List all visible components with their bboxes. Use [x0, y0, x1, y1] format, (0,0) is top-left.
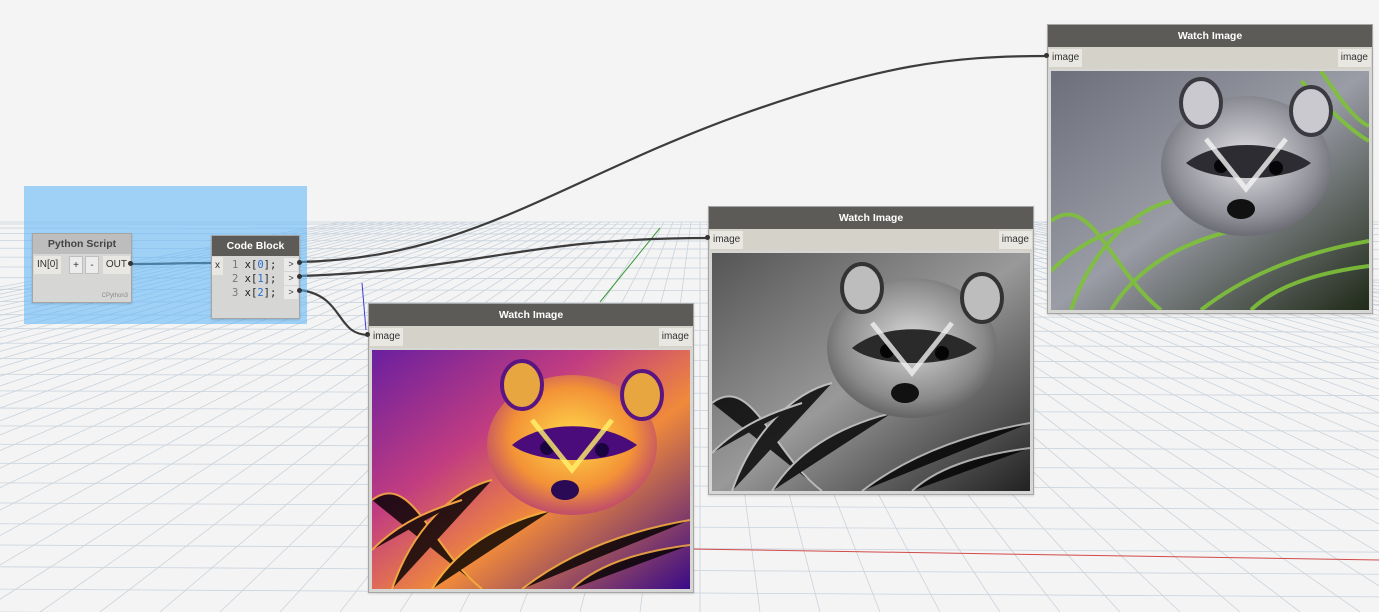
- node-title: Watch Image: [1048, 25, 1372, 47]
- input-connector-dot[interactable]: [365, 332, 370, 337]
- output-port-image[interactable]: image: [658, 328, 692, 346]
- raccoon-image-grayscale: [712, 253, 1030, 491]
- input-port-x[interactable]: x: [212, 257, 223, 275]
- input-connector-dot[interactable]: [705, 235, 710, 240]
- node-title: Code Block: [212, 236, 299, 256]
- code-line[interactable]: 3 x[2];: [232, 286, 276, 300]
- node-title: Watch Image: [369, 304, 693, 326]
- output-port-line-2[interactable]: >: [284, 272, 298, 285]
- output-port-image[interactable]: image: [998, 231, 1032, 249]
- raccoon-color-picture: [1051, 71, 1369, 310]
- raccoon-image-color: [1051, 71, 1369, 310]
- output-port-line-1[interactable]: >: [284, 258, 298, 271]
- add-input-button[interactable]: +: [69, 256, 83, 274]
- code-line[interactable]: 1 x[0];: [232, 258, 276, 272]
- raccoon-plasma-picture: [372, 350, 690, 589]
- node-title: Python Script: [33, 234, 131, 254]
- input-port-image[interactable]: image: [370, 328, 404, 346]
- output-connector-dot[interactable]: [128, 261, 133, 266]
- input-port-image[interactable]: image: [1049, 49, 1083, 67]
- watch-image-node-color[interactable]: Watch Image image image: [1047, 24, 1373, 314]
- code-block-node[interactable]: Code Block x 1 x[0]; 2 x[1]; 3 x[2]; > >…: [211, 235, 300, 319]
- input-port-image[interactable]: image: [710, 231, 744, 249]
- watch-image-node-grayscale[interactable]: Watch Image image image: [708, 206, 1034, 495]
- raccoon-grayscale-picture: [712, 253, 1030, 491]
- input-connector-dot[interactable]: [1044, 53, 1049, 58]
- python-script-node[interactable]: Python Script IN[0] + - OUT CPython3: [32, 233, 132, 303]
- output-connector-dot[interactable]: [297, 274, 302, 279]
- output-port-line-3[interactable]: >: [284, 286, 298, 299]
- output-connector-dot[interactable]: [297, 288, 302, 293]
- watch-image-node-plasma[interactable]: Watch Image image image: [368, 303, 694, 593]
- node-title: Watch Image: [709, 207, 1033, 229]
- engine-label: CPython3: [101, 293, 128, 299]
- output-port-out[interactable]: OUT: [102, 256, 130, 274]
- output-connector-dot[interactable]: [297, 260, 302, 265]
- remove-input-button[interactable]: -: [85, 256, 99, 274]
- input-port-in0[interactable]: IN[0]: [34, 256, 62, 274]
- raccoon-image-plasma: [372, 350, 690, 589]
- code-line[interactable]: 2 x[1];: [232, 272, 276, 286]
- output-port-image[interactable]: image: [1337, 49, 1371, 67]
